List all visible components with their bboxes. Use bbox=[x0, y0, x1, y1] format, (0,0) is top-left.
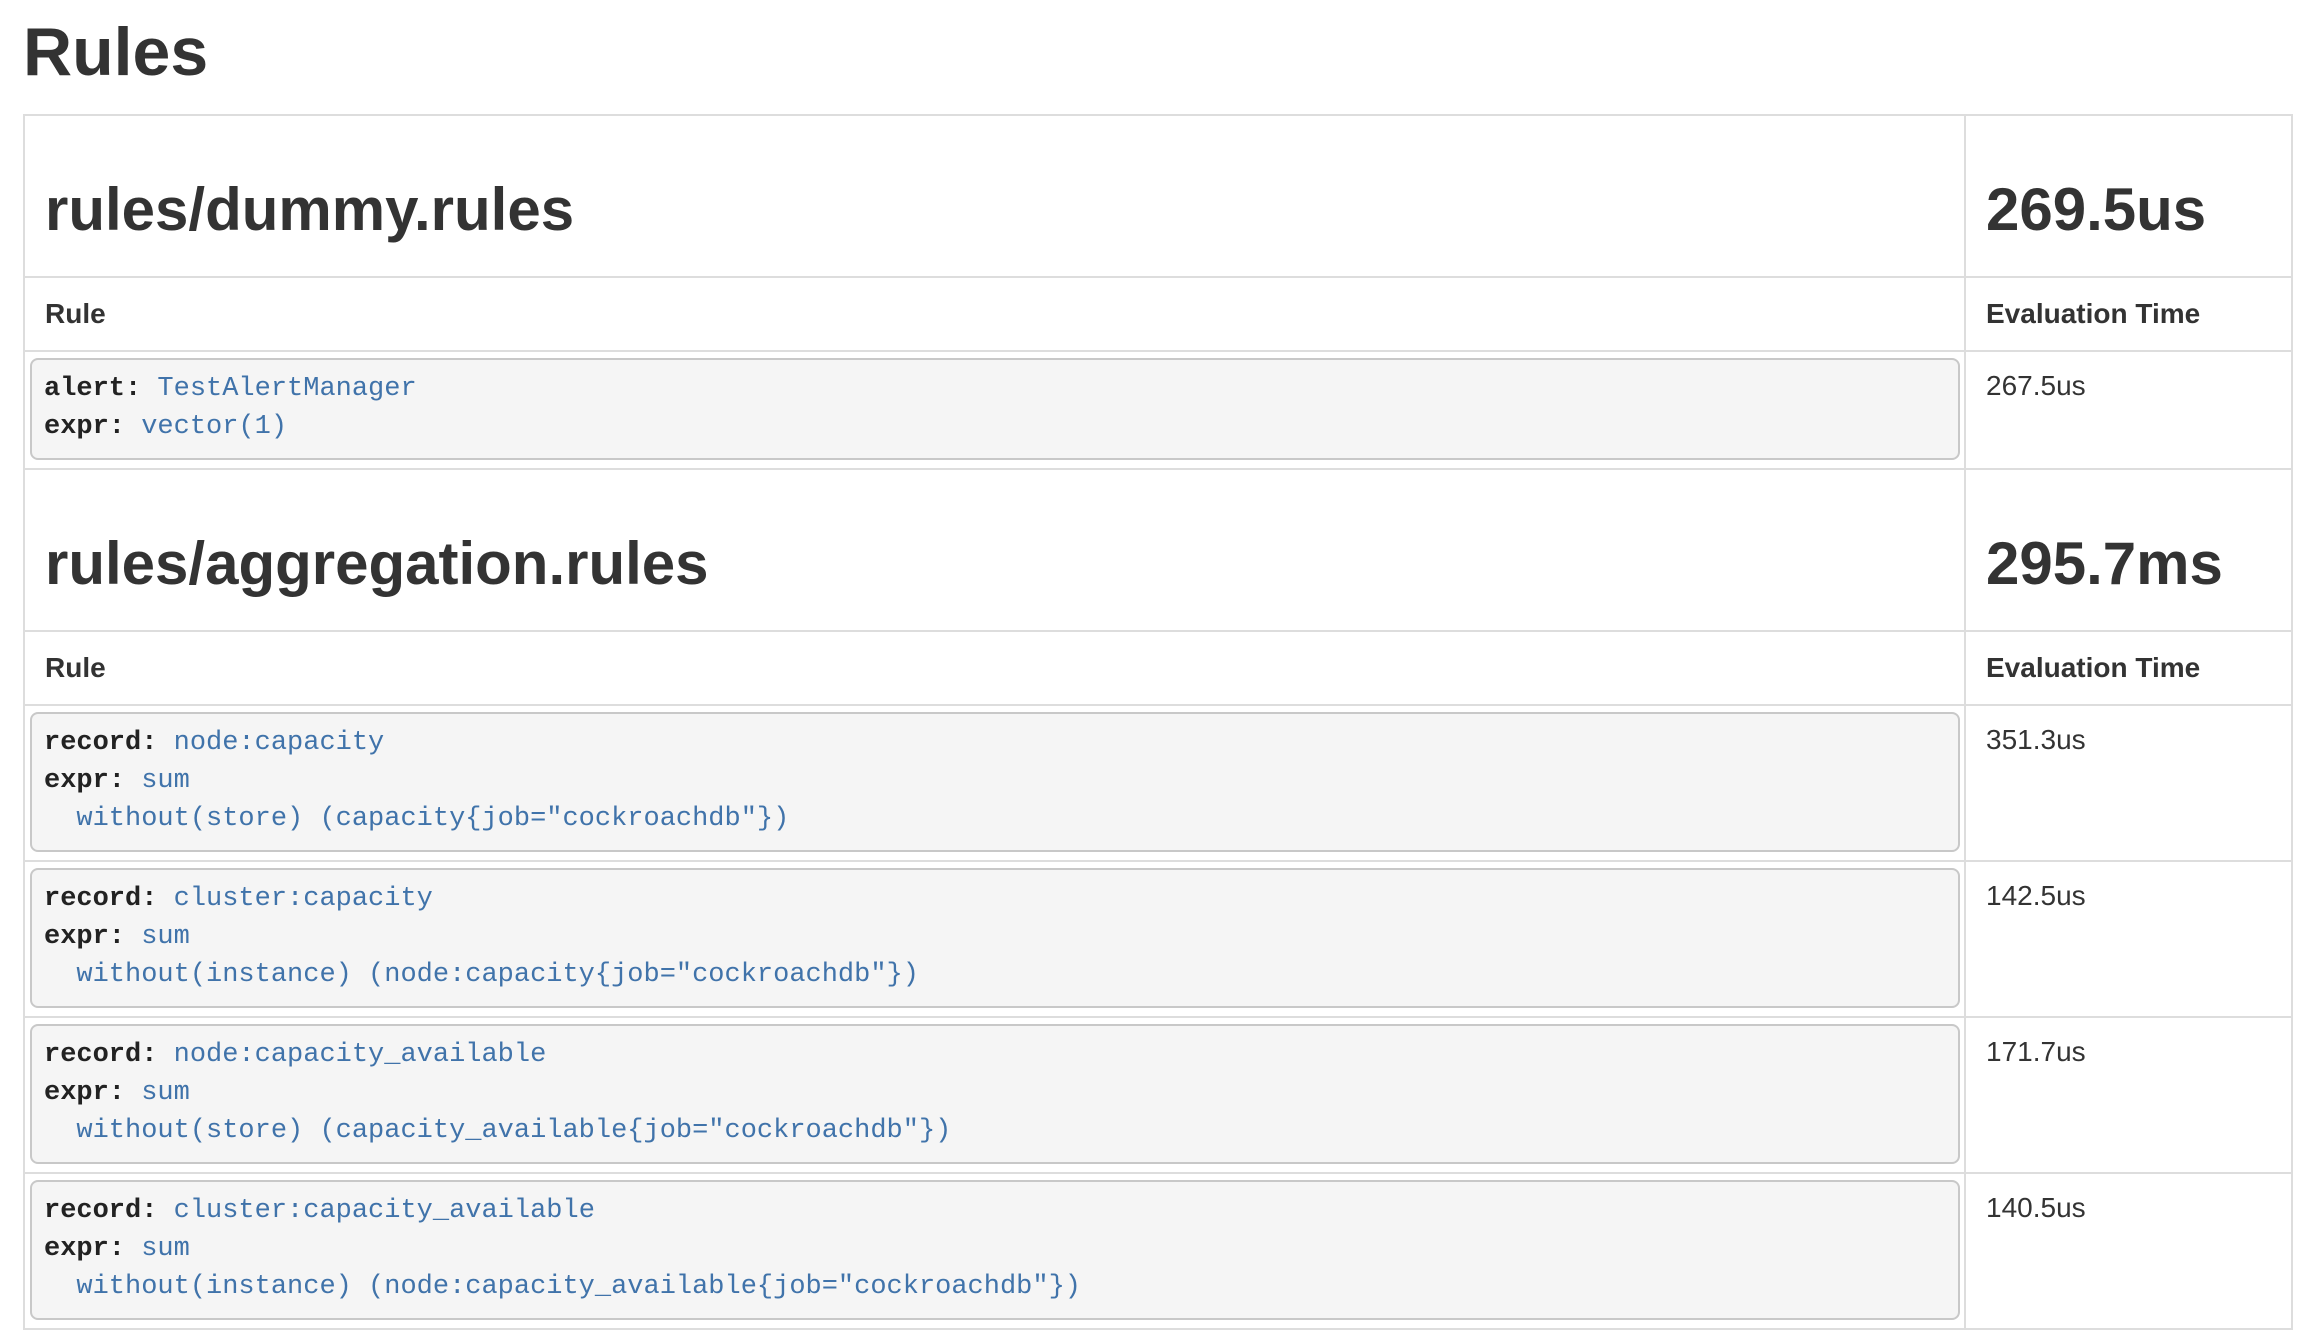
rule-line: without(instance) (node:capacity_availab… bbox=[44, 1268, 1942, 1306]
rule-row-cell: record: cluster:capacityexpr: sum withou… bbox=[25, 860, 1964, 1016]
rule-group-header: rules/aggregation.rules bbox=[25, 468, 1964, 630]
rules-page: Rules rules/dummy.rules 269.5us Rule Eva… bbox=[0, 11, 2316, 1330]
rule-group-eval-time-cell: 269.5us bbox=[1964, 116, 2291, 276]
rule-row-cell: record: cluster:capacity_availableexpr: … bbox=[25, 1172, 1964, 1328]
rule-group-eval-time: 269.5us bbox=[1986, 170, 2271, 250]
eval-column-header: Evaluation Time bbox=[1964, 630, 2291, 704]
rule-snippet: alert: TestAlertManagerexpr: vector(1) bbox=[30, 358, 1960, 460]
rule-line: expr: sum bbox=[44, 1230, 1942, 1268]
rule-expr-link[interactable]: sum bbox=[141, 1234, 190, 1264]
rule-snippet: record: node:capacity_availableexpr: sum… bbox=[30, 1024, 1960, 1164]
rule-snippet: record: cluster:capacity_availableexpr: … bbox=[30, 1180, 1960, 1320]
rule-expr-link-continued[interactable]: without(instance) (node:capacity{job="co… bbox=[44, 960, 919, 990]
page-title: Rules bbox=[23, 11, 2293, 93]
rule-keyword: record: bbox=[44, 1196, 157, 1226]
rule-line: without(instance) (node:capacity{job="co… bbox=[44, 956, 1942, 994]
rule-keyword: record: bbox=[44, 884, 157, 914]
rule-line: record: node:capacity bbox=[44, 724, 1942, 762]
rule-keyword: alert: bbox=[44, 374, 141, 404]
rule-group-eval-time-cell: 295.7ms bbox=[1964, 468, 2291, 630]
rule-line: record: cluster:capacity_available bbox=[44, 1192, 1942, 1230]
rule-row-cell: record: node:capacityexpr: sum without(s… bbox=[25, 704, 1964, 860]
rule-expr-link[interactable]: sum bbox=[141, 922, 190, 952]
rule-group-file: rules/aggregation.rules bbox=[45, 524, 1944, 604]
rule-column-header: Rule bbox=[25, 630, 1964, 704]
rule-line: record: cluster:capacity bbox=[44, 880, 1942, 918]
expr-keyword: expr: bbox=[44, 766, 125, 796]
rule-expr-link-continued[interactable]: without(store) (capacity{job="cockroachd… bbox=[44, 804, 789, 834]
rule-eval-time: 171.7us bbox=[1964, 1016, 2291, 1172]
rule-group-eval-time: 295.7ms bbox=[1986, 524, 2271, 604]
rule-snippet: record: cluster:capacityexpr: sum withou… bbox=[30, 868, 1960, 1008]
rules-table: rules/dummy.rules 269.5us Rule Evaluatio… bbox=[23, 114, 2293, 1330]
rule-expr-link[interactable]: sum bbox=[141, 766, 190, 796]
rule-line: expr: sum bbox=[44, 762, 1942, 800]
rule-keyword: record: bbox=[44, 1040, 157, 1070]
rule-group-header: rules/dummy.rules bbox=[25, 116, 1964, 276]
rule-eval-time: 351.3us bbox=[1964, 704, 2291, 860]
rule-line: expr: sum bbox=[44, 1074, 1942, 1112]
rule-line: without(store) (capacity{job="cockroachd… bbox=[44, 800, 1942, 838]
rule-snippet: record: node:capacityexpr: sum without(s… bbox=[30, 712, 1960, 852]
eval-column-header: Evaluation Time bbox=[1964, 276, 2291, 350]
rule-column-header: Rule bbox=[25, 276, 1964, 350]
rule-eval-time: 140.5us bbox=[1964, 1172, 2291, 1328]
rule-keyword: record: bbox=[44, 728, 157, 758]
rule-name-link[interactable]: node:capacity bbox=[174, 728, 385, 758]
expr-keyword: expr: bbox=[44, 922, 125, 952]
rule-name-link[interactable]: cluster:capacity_available bbox=[174, 1196, 595, 1226]
rule-line: expr: sum bbox=[44, 918, 1942, 956]
rule-name-link[interactable]: cluster:capacity bbox=[174, 884, 433, 914]
rule-row-cell: alert: TestAlertManagerexpr: vector(1) bbox=[25, 350, 1964, 468]
rule-line: alert: TestAlertManager bbox=[44, 370, 1942, 408]
rule-line: expr: vector(1) bbox=[44, 408, 1942, 446]
rule-expr-link[interactable]: vector(1) bbox=[141, 412, 287, 442]
rule-expr-link-continued[interactable]: without(instance) (node:capacity_availab… bbox=[44, 1272, 1081, 1302]
rule-eval-time: 267.5us bbox=[1964, 350, 2291, 468]
expr-keyword: expr: bbox=[44, 1078, 125, 1108]
rule-eval-time: 142.5us bbox=[1964, 860, 2291, 1016]
rule-line: without(store) (capacity_available{job="… bbox=[44, 1112, 1942, 1150]
rule-name-link[interactable]: node:capacity_available bbox=[174, 1040, 547, 1070]
rule-name-link[interactable]: TestAlertManager bbox=[157, 374, 416, 404]
rule-expr-link-continued[interactable]: without(store) (capacity_available{job="… bbox=[44, 1116, 951, 1146]
rule-row-cell: record: node:capacity_availableexpr: sum… bbox=[25, 1016, 1964, 1172]
rule-line: record: node:capacity_available bbox=[44, 1036, 1942, 1074]
rule-expr-link[interactable]: sum bbox=[141, 1078, 190, 1108]
rule-group-file: rules/dummy.rules bbox=[45, 170, 1944, 250]
expr-keyword: expr: bbox=[44, 412, 125, 442]
expr-keyword: expr: bbox=[44, 1234, 125, 1264]
